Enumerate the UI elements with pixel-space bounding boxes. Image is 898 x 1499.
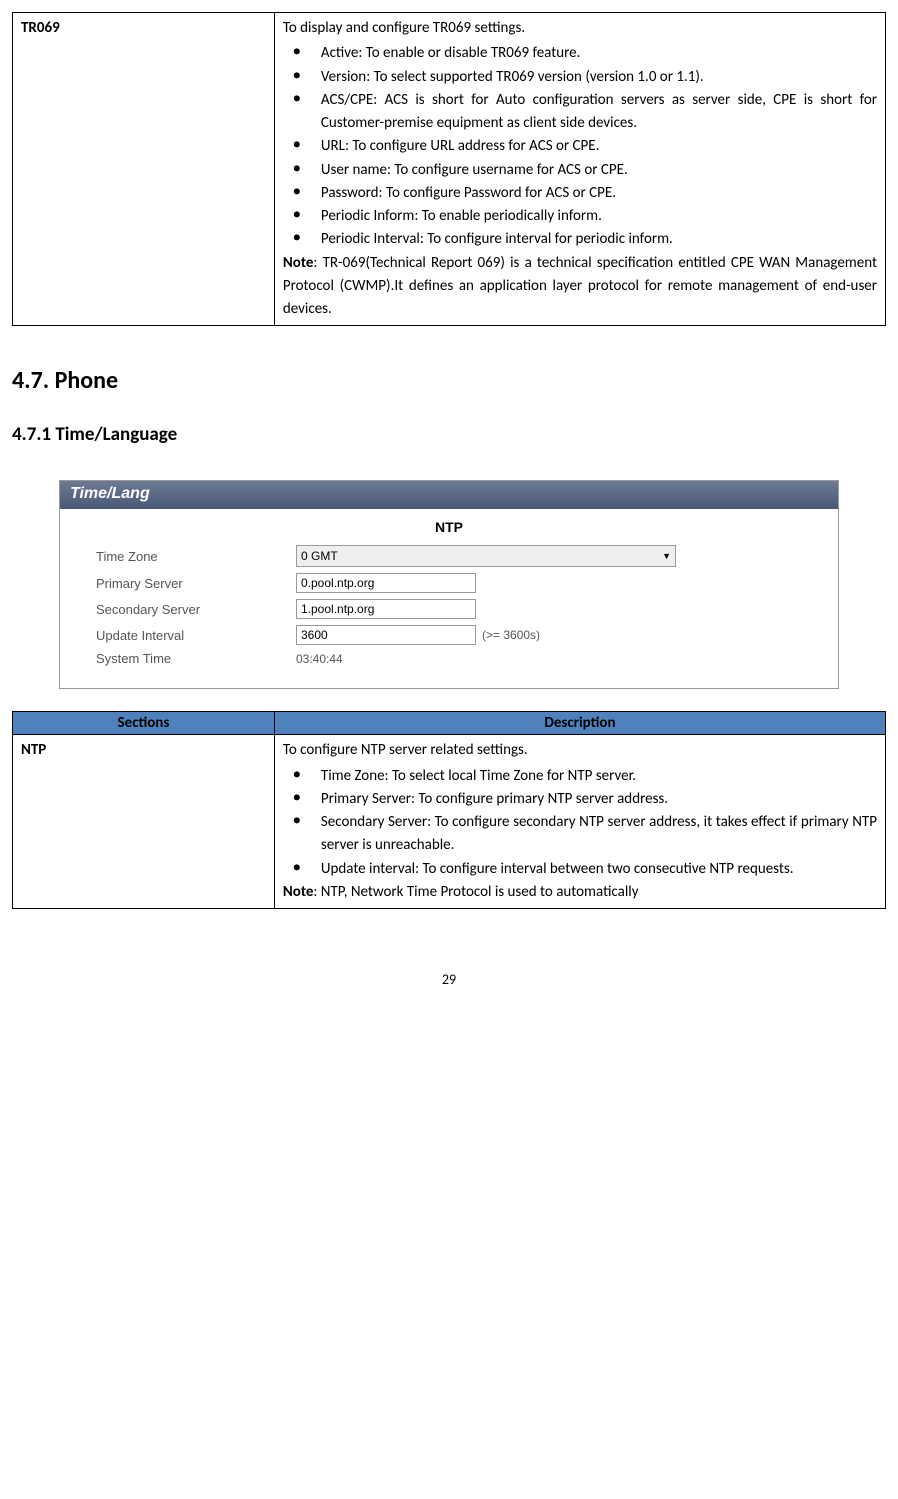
list-item: Secondary Server: To configure secondary… — [321, 811, 877, 858]
system-time-label: System Time — [96, 651, 296, 666]
timezone-label: Time Zone — [96, 549, 296, 564]
row-timezone: Time Zone 0 GMT ▼ — [96, 545, 802, 567]
update-interval-hint: (>= 3600s) — [482, 628, 540, 642]
list-item: Password: To configure Password for ACS … — [321, 182, 877, 205]
time-lang-screenshot: Time/Lang NTP Time Zone 0 GMT ▼ Primary … — [59, 480, 839, 689]
list-item: URL: To configure URL address for ACS or… — [321, 135, 877, 158]
ntp-group-title: NTP — [96, 519, 802, 535]
update-interval-label: Update Interval — [96, 628, 296, 643]
row-update-interval: Update Interval 3600 (>= 3600s) — [96, 625, 802, 645]
list-item: Periodic Interval: To configure interval… — [321, 228, 877, 251]
primary-server-input[interactable]: 0.pool.ntp.org — [296, 573, 476, 593]
chevron-down-icon: ▼ — [662, 551, 671, 561]
ntp-label: NTP — [13, 735, 275, 909]
panel-title: Time/Lang — [60, 481, 838, 509]
list-item: Version: To select supported TR069 versi… — [321, 66, 877, 89]
header-sections: Sections — [13, 712, 275, 735]
note-label: Note — [283, 254, 314, 272]
update-interval-value: 3600 — [301, 628, 328, 642]
ntp-table: Sections Description NTP To configure NT… — [12, 711, 886, 909]
list-item: Active: To enable or disable TR069 featu… — [321, 42, 877, 65]
tr069-table: TR069 To display and configure TR069 set… — [12, 12, 886, 326]
tr069-note: Note: TR-069(Technical Report 069) is a … — [283, 252, 877, 322]
row-secondary-server: Secondary Server 1.pool.ntp.org — [96, 599, 802, 619]
tr069-bullet-list: Active: To enable or disable TR069 featu… — [283, 42, 877, 251]
timezone-select[interactable]: 0 GMT ▼ — [296, 545, 676, 567]
update-interval-input[interactable]: 3600 — [296, 625, 476, 645]
secondary-server-input[interactable]: 1.pool.ntp.org — [296, 599, 476, 619]
ntp-description: To configure NTP server related settings… — [274, 735, 885, 909]
tr069-description: To display and configure TR069 settings.… — [274, 13, 885, 326]
primary-server-value: 0.pool.ntp.org — [301, 576, 374, 590]
tr069-label: TR069 — [13, 13, 275, 326]
secondary-server-label: Secondary Server — [96, 602, 296, 617]
panel-body: NTP Time Zone 0 GMT ▼ Primary Server 0.p… — [60, 509, 838, 688]
primary-server-label: Primary Server — [96, 576, 296, 591]
timezone-value: 0 GMT — [301, 549, 338, 563]
system-time-value: 03:40:44 — [296, 652, 343, 666]
list-item: User name: To configure username for ACS… — [321, 159, 877, 182]
list-item: Time Zone: To select local Time Zone for… — [321, 765, 877, 788]
list-item: Periodic Inform: To enable periodically … — [321, 205, 877, 228]
secondary-server-value: 1.pool.ntp.org — [301, 602, 374, 616]
note-body: : TR-069(Technical Report 069) is a tech… — [283, 254, 877, 319]
ntp-note: Note: NTP, Network Time Protocol is used… — [283, 881, 877, 904]
list-item: Update interval: To configure interval b… — [321, 858, 877, 881]
row-system-time: System Time 03:40:44 — [96, 651, 802, 666]
section-4-7-1-heading: 4.7.1 Time/Language — [12, 423, 886, 446]
row-primary-server: Primary Server 0.pool.ntp.org — [96, 573, 802, 593]
page-number: 29 — [12, 971, 886, 988]
tr069-intro: To display and configure TR069 settings. — [283, 17, 877, 40]
note-body: : NTP, Network Time Protocol is used to … — [313, 883, 638, 901]
ntp-bullet-list: Time Zone: To select local Time Zone for… — [283, 765, 877, 881]
list-item: Primary Server: To configure primary NTP… — [321, 788, 877, 811]
note-label: Note — [283, 883, 314, 901]
header-description: Description — [274, 712, 885, 735]
ntp-intro: To configure NTP server related settings… — [283, 739, 877, 762]
list-item: ACS/CPE: ACS is short for Auto configura… — [321, 89, 877, 136]
section-4-7-heading: 4.7. Phone — [12, 366, 886, 395]
